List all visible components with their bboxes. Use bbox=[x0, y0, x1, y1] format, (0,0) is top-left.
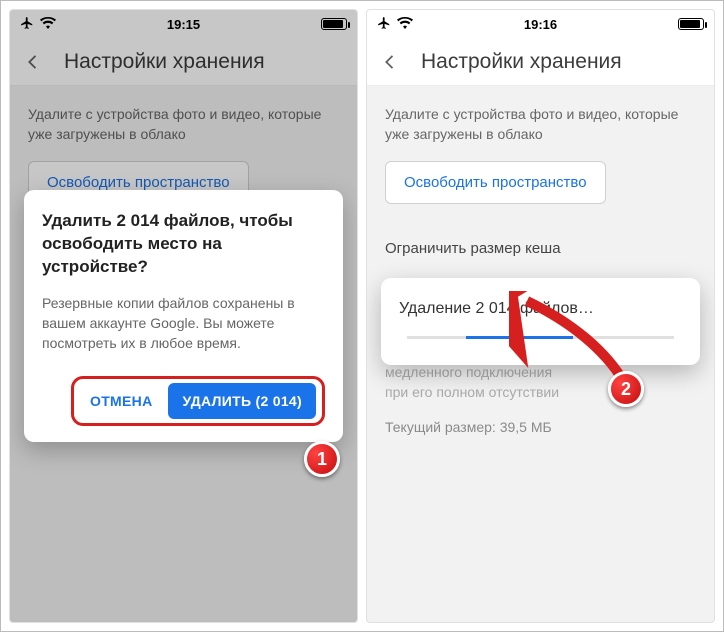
cache-desc-line: медленного подключения bbox=[385, 362, 696, 382]
dialog-actions: ОТМЕНА УДАЛИТЬ (2 014) bbox=[42, 376, 325, 426]
dialog-title: Удалить 2 014 файлов, чтобы освободить м… bbox=[42, 210, 325, 279]
airplane-icon bbox=[377, 16, 391, 33]
annotation-marker-2: 2 bbox=[608, 371, 644, 407]
delete-button[interactable]: УДАЛИТЬ (2 014) bbox=[168, 383, 316, 419]
highlight-box: ОТМЕНА УДАЛИТЬ (2 014) bbox=[71, 376, 325, 426]
back-icon[interactable] bbox=[379, 51, 401, 73]
progress-fill bbox=[466, 336, 573, 339]
annotation-marker-1: 1 bbox=[304, 441, 340, 477]
current-cache-size: Текущий размер: 39,5 МБ bbox=[385, 417, 696, 437]
settings-body: Удалите с устройства фото и видео, котор… bbox=[367, 86, 714, 455]
phone-right: 19:16 Настройки хранения Удалите с устро… bbox=[366, 9, 715, 623]
header: Настройки хранения bbox=[367, 38, 714, 86]
status-time: 19:16 bbox=[486, 17, 595, 32]
cancel-button[interactable]: ОТМЕНА bbox=[80, 385, 162, 417]
delete-confirm-dialog: Удалить 2 014 файлов, чтобы освободить м… bbox=[24, 190, 343, 442]
progress-label: Удаление 2 014 файлов… bbox=[399, 300, 682, 318]
cache-section-title: Ограничить размер кеша bbox=[385, 238, 696, 260]
wifi-icon bbox=[397, 17, 413, 32]
dialog-body: Резервные копии файлов сохранены в вашем… bbox=[42, 293, 325, 354]
battery-icon bbox=[678, 18, 704, 30]
free-space-desc: Удалите с устройства фото и видео, котор… bbox=[385, 104, 696, 145]
progress-bar bbox=[407, 336, 674, 339]
progress-dialog: Удаление 2 014 файлов… bbox=[381, 278, 700, 365]
status-bar: 19:16 bbox=[367, 10, 714, 38]
cache-desc-line2: при его полном отсутствии bbox=[385, 382, 696, 402]
free-space-button[interactable]: Освободить пространство bbox=[385, 161, 606, 205]
page-title: Настройки хранения bbox=[421, 50, 622, 74]
phone-left: 19:15 Настройки хранения Удалите с устро… bbox=[9, 9, 358, 623]
